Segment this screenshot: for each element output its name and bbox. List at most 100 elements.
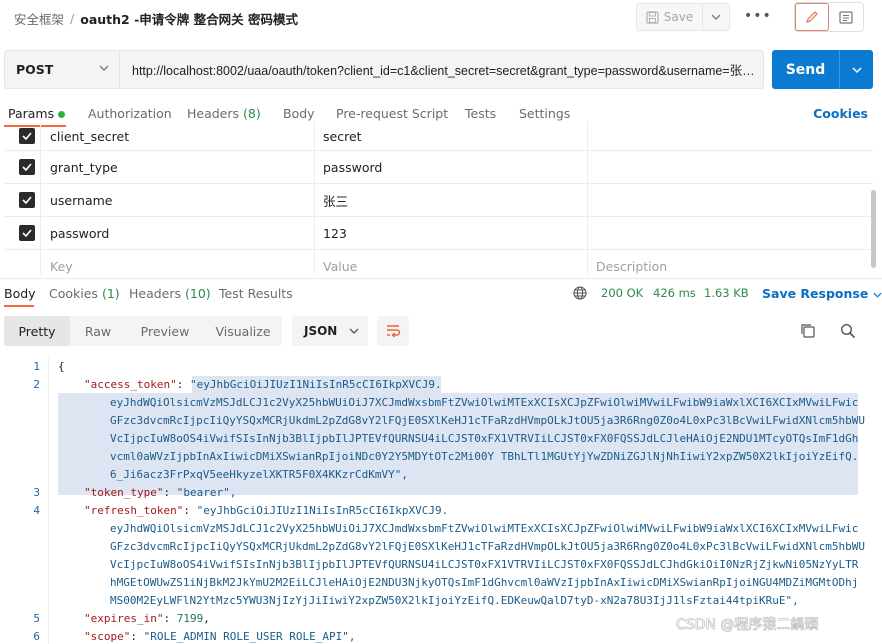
tab-prerequest-script[interactable]: Pre-request Script	[336, 106, 448, 121]
json-string: "eyJhbGciOiJIUzI1NiIsInR5cCI6IkpXVCJ9.	[196, 504, 449, 517]
response-body-code[interactable]: 1 2 3 4 5 6 { "access_token": "eyJhbGciO…	[0, 358, 882, 644]
response-size[interactable]: 1.63 KB	[704, 286, 749, 300]
param-value[interactable]: 张三	[323, 184, 587, 217]
json-string: VcIjpcIuW8oOS4iVwifSIsInNjb3BlIjpbIlJPTE…	[110, 558, 859, 571]
more-options-button[interactable]: •••	[744, 8, 772, 24]
code-line: GFzc3dvcmRcIjpcIiQyYSQxMCRjUkdmL2pZdG8vY…	[110, 540, 865, 553]
param-description[interactable]	[596, 217, 866, 250]
copy-icon[interactable]	[800, 323, 816, 339]
json-string: "ROLE_ADMIN ROLE_USER ROLE_API",	[143, 630, 356, 643]
tab-headers-count: (8)	[243, 106, 261, 121]
send-options-button[interactable]	[840, 50, 873, 89]
code-line: "token_type": "bearer",	[84, 486, 237, 499]
check-icon	[22, 163, 32, 171]
param-key[interactable]: client_secret	[50, 122, 314, 151]
new-param-value-input[interactable]: Value	[323, 250, 587, 274]
save-response-button[interactable]: Save Response	[762, 286, 882, 301]
line-number: 2	[33, 378, 40, 391]
wrap-lines-button[interactable]	[377, 316, 409, 346]
chevron-down-icon	[99, 65, 109, 71]
wrap-lines-icon	[387, 325, 401, 338]
format-select[interactable]: JSON	[292, 316, 368, 346]
param-description[interactable]	[596, 122, 866, 151]
edit-mode-button[interactable]	[795, 3, 829, 31]
new-param-key-input[interactable]: Key	[50, 250, 314, 274]
response-status[interactable]: 200 OK	[601, 286, 643, 300]
tab-authorization[interactable]: Authorization	[88, 106, 172, 121]
code-line: hMGEtOWUwZS1iNjBkM2JkYmU2M2EiLCJleHAiOjE…	[110, 576, 858, 589]
param-value[interactable]: 123	[323, 217, 587, 250]
tab-body[interactable]: Body	[283, 106, 315, 121]
param-key[interactable]: username	[50, 184, 314, 217]
code-line: "refresh_token": "eyJhbGciOiJIUzI1NiIsIn…	[84, 504, 449, 517]
response-time[interactable]: 426 ms	[653, 286, 696, 300]
tab-settings[interactable]: Settings	[519, 106, 570, 121]
param-checkbox[interactable]	[19, 128, 35, 144]
save-response-label: Save Response	[762, 286, 869, 301]
tab-headers[interactable]: Headers (8)	[187, 106, 261, 121]
param-checkbox[interactable]	[19, 159, 35, 175]
code-line: eyJhdWQiOlsicmVzMSJdLCJ1c2VyX25hbWUiOiJ7…	[110, 522, 858, 535]
tab-tests[interactable]: Tests	[465, 106, 496, 121]
response-view-modes: Pretty Raw Preview Visualize	[4, 316, 282, 346]
globe-icon[interactable]	[573, 286, 587, 300]
param-value[interactable]: password	[323, 151, 587, 184]
watermark: CSDN @程序猿二鍋頭	[676, 617, 819, 633]
view-preview-button[interactable]: Preview	[128, 316, 202, 346]
params-scrollbar[interactable]	[871, 190, 876, 268]
json-string: GFzc3dvcmRcIjpcIiQyYSQxMCRjUkdmL2pZdG8vY…	[110, 540, 865, 553]
code-line: MS00M2EyLWFlN2YtMzc5YWU3NjIzYjJiIiwiY2xp…	[110, 594, 799, 607]
cookies-link[interactable]: Cookies	[813, 106, 868, 121]
param-row: grant_type password	[4, 151, 873, 184]
json-string: "bearer",	[176, 486, 237, 499]
search-icon[interactable]	[840, 323, 856, 339]
code-gutter	[48, 358, 49, 644]
line-number: 5	[33, 612, 40, 625]
response-tab-body[interactable]: Body	[4, 286, 36, 301]
param-checkbox[interactable]	[19, 225, 35, 241]
check-icon	[22, 132, 32, 140]
check-icon	[22, 196, 32, 204]
json-string: vcml0aWVzIjpbInAxIiwicDMiXSwianRpIjoiNDc…	[110, 450, 859, 463]
line-number: 6	[33, 630, 40, 643]
url-text: http://localhost:8002/uaa/oauth/token?cl…	[132, 64, 760, 78]
new-param-description-input[interactable]: Description	[596, 250, 866, 274]
param-description[interactable]	[596, 151, 866, 184]
param-description[interactable]	[596, 184, 866, 217]
param-key[interactable]: grant_type	[50, 151, 314, 184]
param-key[interactable]: password	[50, 217, 314, 250]
view-visualize-button[interactable]: Visualize	[204, 316, 282, 346]
param-checkbox[interactable]	[19, 192, 35, 208]
code-line: {	[58, 360, 65, 373]
code-line: vcml0aWVzIjpbInAxIiwicDMiXSwianRpIjoiNDc…	[110, 450, 858, 463]
save-options-button[interactable]	[703, 4, 729, 30]
json-key: "refresh_token"	[84, 504, 184, 517]
request-title[interactable]: oauth2 -申请令牌 整合网关 密码模式	[80, 9, 298, 28]
json-string: VcIjpcIuW8oOS4iVwifSIsInNjb3BlIjpbIlJPTE…	[110, 432, 859, 445]
documentation-mode-button[interactable]	[829, 3, 863, 31]
json-string: eyJhdWQiOlsicmVzMSJdLCJ1c2VyX25hbWUiOiJ7…	[110, 522, 859, 535]
request-header-bar: 安全框架 / oauth2 -申请令牌 整合网关 密码模式 Save •••	[0, 0, 882, 36]
param-value[interactable]: secret	[323, 122, 587, 151]
view-pretty-button[interactable]: Pretty	[4, 316, 70, 346]
response-tab-cookies[interactable]: Cookies (1)	[49, 286, 120, 301]
breadcrumb-collection[interactable]: 安全框架	[14, 9, 64, 28]
code-line: GFzc3dvcmRcIjpcIiQyYSQxMCRjUkdmL2pZdG8vY…	[110, 414, 865, 427]
save-button[interactable]: Save	[637, 4, 703, 30]
view-raw-button[interactable]: Raw	[70, 316, 126, 346]
url-input[interactable]: http://localhost:8002/uaa/oauth/token?cl…	[119, 50, 764, 89]
check-icon	[22, 229, 32, 237]
breadcrumb: 安全框架 / oauth2 -申请令牌 整合网关 密码模式	[14, 9, 298, 28]
send-button[interactable]: Send	[772, 50, 840, 89]
response-tab-test-results[interactable]: Test Results	[219, 286, 293, 301]
method-label: POST	[16, 62, 54, 77]
json-key: "token_type"	[84, 486, 164, 499]
method-select[interactable]: POST	[4, 50, 119, 89]
tab-params[interactable]: Params	[8, 106, 66, 121]
view-mode-toggle	[794, 2, 864, 32]
format-label: JSON	[304, 324, 338, 338]
response-tab-headers[interactable]: Headers (10)	[129, 286, 211, 301]
code-line: eyJhdWQiOlsicmVzMSJdLCJ1c2VyX25hbWUiOiJ7…	[110, 396, 858, 409]
code-line: "scope": "ROLE_ADMIN ROLE_USER ROLE_API"…	[84, 630, 356, 643]
line-number: 1	[33, 360, 40, 373]
